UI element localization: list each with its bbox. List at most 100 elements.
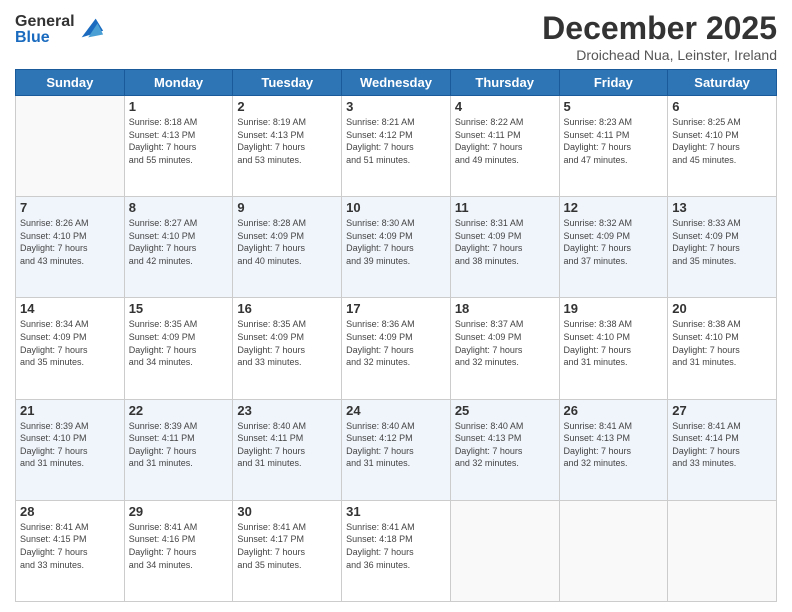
day-number: 22 [129,403,229,418]
calendar-cell: 13 Sunrise: 8:33 AMSunset: 4:09 PMDayligh… [668,197,777,298]
day-number: 2 [237,99,337,114]
calendar-cell: 20 Sunrise: 8:38 AMSunset: 4:10 PMDayligh… [668,298,777,399]
day-number: 21 [20,403,120,418]
weekday-header-sunday: Sunday [16,70,125,96]
calendar-cell: 1Sunrise: 8:18 AMSunset: 4:13 PMDaylight… [124,96,233,197]
calendar-cell: 8 Sunrise: 8:27 AMSunset: 4:10 PMDaylight… [124,197,233,298]
logo-general: General [15,14,75,30]
day-info: Sunrise: 8:31 AMSunset: 4:09 PMDaylight:… [455,217,555,267]
day-number: 25 [455,403,555,418]
calendar-cell [668,500,777,601]
calendar-week-row: 7Sunrise: 8:26 AMSunset: 4:10 PMDaylight… [16,197,777,298]
day-info: Sunrise: 8:41 AMSunset: 4:18 PMDaylight:… [346,521,446,571]
day-info: Sunrise: 8:19 AMSunset: 4:13 PMDaylight:… [237,116,337,166]
day-number: 28 [20,504,120,519]
day-number: 23 [237,403,337,418]
logo-blue: Blue [15,30,75,46]
day-number: 13 [672,200,772,215]
calendar-cell: 29Sunrise: 8:41 AMSunset: 4:16 PMDayligh… [124,500,233,601]
day-number: 24 [346,403,446,418]
calendar-cell: 16 Sunrise: 8:35 AMSunset: 4:09 PMDayligh… [233,298,342,399]
calendar-cell: 25 Sunrise: 8:40 AMSunset: 4:13 PMDayligh… [450,399,559,500]
day-info: Sunrise: 8:18 AMSunset: 4:13 PMDaylight:… [129,116,229,166]
day-info: Sunrise: 8:28 AMSunset: 4:09 PMDaylight:… [237,217,337,267]
day-info: Sunrise: 8:35 AMSunset: 4:09 PMDaylight:… [237,318,337,368]
calendar-cell: 18Sunrise: 8:37 AMSunset: 4:09 PMDayligh… [450,298,559,399]
calendar-cell: 11Sunrise: 8:31 AMSunset: 4:09 PMDayligh… [450,197,559,298]
day-info: Sunrise: 8:40 AMSunset: 4:11 PMDaylight:… [237,420,337,470]
day-number: 8 [129,200,229,215]
day-info: Sunrise: 8:38 AMSunset: 4:10 PMDaylight:… [672,318,772,368]
day-info: Sunrise: 8:27 AMSunset: 4:10 PMDaylight:… [129,217,229,267]
page: General Blue December 2025 Droichead Nua… [0,0,792,612]
day-info: Sunrise: 8:39 AMSunset: 4:11 PMDaylight:… [129,420,229,470]
day-info: Sunrise: 8:33 AMSunset: 4:09 PMDaylight:… [672,217,772,267]
calendar-cell: 24 Sunrise: 8:40 AMSunset: 4:12 PMDayligh… [342,399,451,500]
calendar-cell: 22 Sunrise: 8:39 AMSunset: 4:11 PMDayligh… [124,399,233,500]
day-number: 31 [346,504,446,519]
day-number: 14 [20,301,120,316]
calendar-cell: 28 Sunrise: 8:41 AMSunset: 4:15 PMDayligh… [16,500,125,601]
day-info: Sunrise: 8:30 AMSunset: 4:09 PMDaylight:… [346,217,446,267]
day-info: Sunrise: 8:34 AMSunset: 4:09 PMDaylight:… [20,318,120,368]
day-info: Sunrise: 8:40 AMSunset: 4:12 PMDaylight:… [346,420,446,470]
day-info: Sunrise: 8:39 AMSunset: 4:10 PMDaylight:… [20,420,120,470]
day-info: Sunrise: 8:41 AMSunset: 4:15 PMDaylight:… [20,521,120,571]
header: General Blue December 2025 Droichead Nua… [15,10,777,63]
logo-text: General Blue [15,14,75,46]
day-number: 27 [672,403,772,418]
day-info: Sunrise: 8:35 AMSunset: 4:09 PMDaylight:… [129,318,229,368]
calendar-cell: 12 Sunrise: 8:32 AMSunset: 4:09 PMDayligh… [559,197,668,298]
calendar-cell [450,500,559,601]
logo-icon [77,14,105,42]
calendar-week-row: 21 Sunrise: 8:39 AMSunset: 4:10 PMDayligh… [16,399,777,500]
day-number: 5 [564,99,664,114]
day-info: Sunrise: 8:22 AMSunset: 4:11 PMDaylight:… [455,116,555,166]
day-info: Sunrise: 8:32 AMSunset: 4:09 PMDaylight:… [564,217,664,267]
day-info: Sunrise: 8:21 AMSunset: 4:12 PMDaylight:… [346,116,446,166]
calendar-cell: 31 Sunrise: 8:41 AMSunset: 4:18 PMDayligh… [342,500,451,601]
calendar-cell [559,500,668,601]
weekday-header-monday: Monday [124,70,233,96]
day-number: 12 [564,200,664,215]
subtitle: Droichead Nua, Leinster, Ireland [542,47,777,63]
weekday-header-row: SundayMondayTuesdayWednesdayThursdayFrid… [16,70,777,96]
day-number: 17 [346,301,446,316]
day-number: 10 [346,200,446,215]
calendar-cell: 3Sunrise: 8:21 AMSunset: 4:12 PMDaylight… [342,96,451,197]
calendar-cell: 17 Sunrise: 8:36 AMSunset: 4:09 PMDayligh… [342,298,451,399]
day-info: Sunrise: 8:41 AMSunset: 4:14 PMDaylight:… [672,420,772,470]
day-info: Sunrise: 8:26 AMSunset: 4:10 PMDaylight:… [20,217,120,267]
calendar-cell: 6 Sunrise: 8:25 AMSunset: 4:10 PMDaylight… [668,96,777,197]
calendar-cell: 9Sunrise: 8:28 AMSunset: 4:09 PMDaylight… [233,197,342,298]
day-number: 19 [564,301,664,316]
calendar-cell: 27 Sunrise: 8:41 AMSunset: 4:14 PMDayligh… [668,399,777,500]
calendar-table: SundayMondayTuesdayWednesdayThursdayFrid… [15,69,777,602]
day-info: Sunrise: 8:41 AMSunset: 4:17 PMDaylight:… [237,521,337,571]
calendar-week-row: 28 Sunrise: 8:41 AMSunset: 4:15 PMDayligh… [16,500,777,601]
day-number: 16 [237,301,337,316]
calendar-cell [16,96,125,197]
calendar-cell: 23 Sunrise: 8:40 AMSunset: 4:11 PMDayligh… [233,399,342,500]
weekday-header-friday: Friday [559,70,668,96]
day-info: Sunrise: 8:36 AMSunset: 4:09 PMDaylight:… [346,318,446,368]
calendar-cell: 19Sunrise: 8:38 AMSunset: 4:10 PMDayligh… [559,298,668,399]
day-info: Sunrise: 8:40 AMSunset: 4:13 PMDaylight:… [455,420,555,470]
day-info: Sunrise: 8:25 AMSunset: 4:10 PMDaylight:… [672,116,772,166]
calendar-cell: 15Sunrise: 8:35 AMSunset: 4:09 PMDayligh… [124,298,233,399]
weekday-header-saturday: Saturday [668,70,777,96]
weekday-header-thursday: Thursday [450,70,559,96]
calendar-cell: 4 Sunrise: 8:22 AMSunset: 4:11 PMDaylight… [450,96,559,197]
day-number: 20 [672,301,772,316]
day-number: 4 [455,99,555,114]
calendar-cell: 7Sunrise: 8:26 AMSunset: 4:10 PMDaylight… [16,197,125,298]
calendar-week-row: 14 Sunrise: 8:34 AMSunset: 4:09 PMDayligh… [16,298,777,399]
calendar-cell: 2 Sunrise: 8:19 AMSunset: 4:13 PMDaylight… [233,96,342,197]
day-info: Sunrise: 8:41 AMSunset: 4:16 PMDaylight:… [129,521,229,571]
day-number: 6 [672,99,772,114]
calendar-cell: 21 Sunrise: 8:39 AMSunset: 4:10 PMDayligh… [16,399,125,500]
calendar-cell: 26Sunrise: 8:41 AMSunset: 4:13 PMDayligh… [559,399,668,500]
day-info: Sunrise: 8:37 AMSunset: 4:09 PMDaylight:… [455,318,555,368]
calendar-cell: 14 Sunrise: 8:34 AMSunset: 4:09 PMDayligh… [16,298,125,399]
weekday-header-tuesday: Tuesday [233,70,342,96]
